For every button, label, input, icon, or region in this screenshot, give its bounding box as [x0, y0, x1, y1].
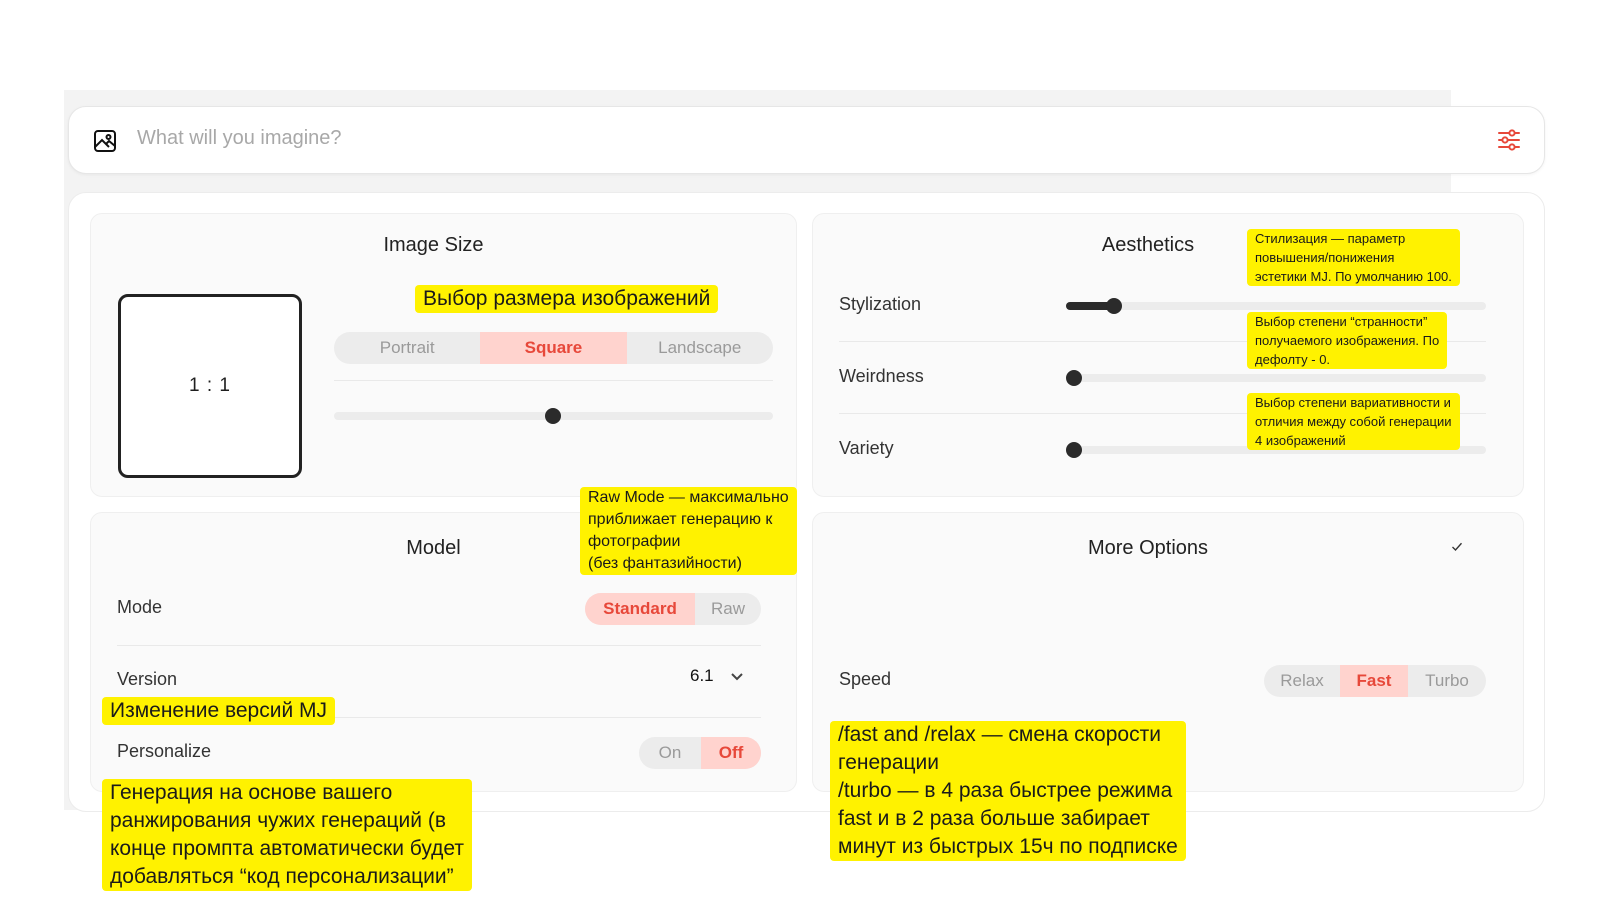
prompt-bar[interactable]: What will you imagine? [68, 106, 1545, 174]
annotation-stylization: Стилизация — параметр повышения/понижени… [1247, 229, 1460, 286]
weirdness-label: Weirdness [839, 366, 924, 386]
mode-raw[interactable]: Raw [695, 593, 761, 625]
personalize-on[interactable]: On [639, 737, 701, 769]
annotation-personalize: Генерация на основе вашего ранжирования … [102, 779, 472, 891]
image-size-card: Image Size 1 : 1 Portrait Square Landsca… [90, 213, 797, 497]
orientation-square[interactable]: Square [480, 332, 627, 364]
aspect-ratio-preview: 1 : 1 [118, 294, 302, 478]
annotation-raw-mode: Raw Mode — максимально приближает генера… [580, 487, 797, 575]
image-size-title: Image Size [383, 234, 484, 256]
version-value[interactable]: 6.1 [690, 666, 714, 686]
chevron-down-icon[interactable] [729, 669, 745, 685]
prompt-input[interactable]: What will you imagine? [137, 127, 342, 150]
sliders-icon[interactable] [1496, 127, 1522, 153]
orientation-landscape[interactable]: Landscape [627, 332, 773, 364]
personalize-toggle[interactable]: On Off [639, 737, 761, 769]
aesthetics-title: Aesthetics [1101, 234, 1195, 256]
stylization-label: Stylization [839, 294, 922, 314]
speed-relax[interactable]: Relax [1264, 665, 1340, 697]
orientation-toggle[interactable]: Portrait Square Landscape [334, 332, 773, 364]
personalize-off[interactable]: Off [701, 737, 761, 769]
variety-label: Variety [839, 438, 894, 458]
annotation-version: Изменение версий MJ [102, 697, 336, 725]
image-icon[interactable] [93, 129, 117, 153]
annotation-weirdness: Выбор степени “странности” получаемого и… [1247, 312, 1448, 369]
more-options-title: More Options [1087, 537, 1209, 559]
speed-fast[interactable]: Fast [1340, 665, 1408, 697]
ratio-slider-handle[interactable] [545, 408, 561, 424]
weirdness-slider-handle[interactable] [1066, 370, 1082, 386]
chevron-down-icon[interactable] [1451, 541, 1463, 553]
annotation-speed: /fast and /relax — смена скорости генера… [830, 721, 1186, 861]
orientation-portrait[interactable]: Portrait [334, 332, 480, 364]
speed-turbo[interactable]: Turbo [1408, 665, 1486, 697]
stylization-slider-handle[interactable] [1106, 298, 1122, 314]
personalize-label: Personalize [117, 741, 212, 761]
version-label: Version [117, 669, 178, 689]
weirdness-slider[interactable] [1066, 374, 1486, 382]
mode-standard[interactable]: Standard [585, 593, 695, 625]
annotation-image-size: Выбор размера изображений [415, 285, 719, 313]
speed-toggle[interactable]: Relax Fast Turbo [1264, 665, 1486, 697]
speed-label: Speed [839, 669, 892, 689]
divider [117, 645, 761, 646]
model-title: Model [406, 537, 461, 559]
mode-toggle[interactable]: Standard Raw [585, 593, 761, 625]
stylization-slider[interactable] [1066, 302, 1486, 310]
divider [334, 380, 773, 381]
mode-label: Mode [117, 597, 163, 617]
variety-slider-handle[interactable] [1066, 442, 1082, 458]
annotation-variety: Выбор степени вариативности и отличия ме… [1247, 393, 1460, 450]
